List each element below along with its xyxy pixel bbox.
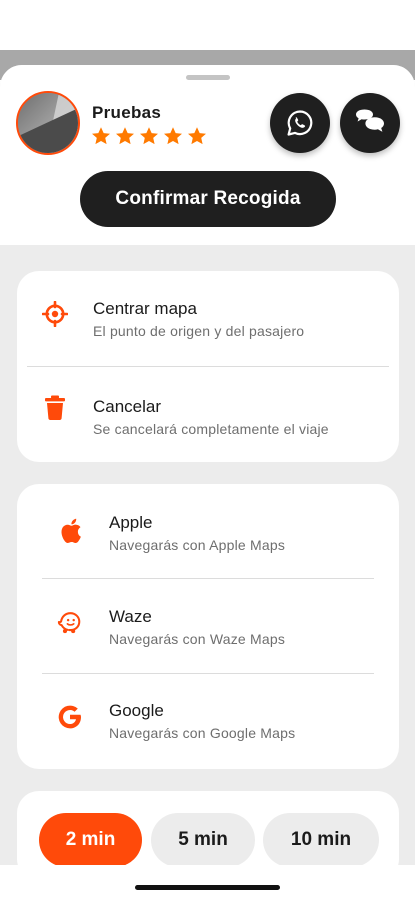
star-icon — [92, 127, 110, 145]
action-title: Centrar mapa — [93, 299, 197, 318]
avatar — [16, 91, 80, 155]
rating-stars — [90, 125, 210, 147]
nav-subtitle: Navegarás con Apple Maps — [109, 537, 286, 553]
whatsapp-icon — [287, 110, 313, 136]
wait-time-card: 2 min 5 min 10 min — [17, 791, 399, 865]
action-center-map[interactable]: Centrar mapa El punto de origen y del pa… — [17, 271, 399, 361]
action-cancel[interactable]: Cancelar Se cancelará completamente el v… — [17, 367, 399, 457]
navigation-card: Apple Navegarás con Apple Maps Waze Nave… — [17, 484, 399, 769]
sheet-grabber[interactable] — [186, 75, 230, 80]
action-subtitle: Se cancelará completamente el viaje — [93, 421, 329, 437]
star-icon — [164, 127, 182, 145]
star-icon — [116, 127, 134, 145]
driver-name: Pruebas — [92, 103, 162, 122]
confirm-pickup-button[interactable]: Confirmar Recogida — [80, 171, 336, 227]
screen: Pruebas Confirmar Recogida Centrar mapa … — [0, 0, 415, 900]
bottom-sheet: Pruebas Confirmar Recogida Centrar mapa … — [0, 65, 415, 865]
nav-title: Waze — [109, 607, 152, 626]
nav-google[interactable]: Google Navegarás con Google Maps — [17, 674, 399, 764]
nav-title: Apple — [109, 513, 153, 532]
whatsapp-button[interactable] — [270, 93, 330, 153]
trash-icon — [42, 395, 68, 421]
crosshair-icon — [42, 301, 68, 327]
home-indicator[interactable] — [135, 885, 280, 890]
nav-subtitle: Navegarás con Google Maps — [109, 725, 296, 741]
nav-apple[interactable]: Apple Navegarás con Apple Maps — [17, 484, 399, 574]
time-option-5min[interactable]: 5 min — [151, 813, 255, 865]
google-icon — [57, 704, 83, 730]
action-subtitle: El punto de origen y del pasajero — [93, 323, 305, 339]
apple-icon — [58, 518, 84, 544]
nav-waze[interactable]: Waze Navegarás con Waze Maps — [17, 579, 399, 669]
nav-subtitle: Navegarás con Waze Maps — [109, 631, 286, 647]
time-option-10min[interactable]: 10 min — [263, 813, 379, 865]
chat-button[interactable] — [340, 93, 400, 153]
actions-card: Centrar mapa El punto de origen y del pa… — [17, 271, 399, 462]
action-title: Cancelar — [93, 397, 162, 416]
chat-bubbles-icon — [356, 109, 384, 132]
waze-icon — [57, 609, 83, 635]
star-icon — [188, 127, 206, 145]
nav-title: Google — [109, 701, 164, 720]
home-bar — [0, 865, 415, 900]
time-option-2min[interactable]: 2 min — [39, 813, 142, 865]
star-icon — [140, 127, 158, 145]
sheet-header: Pruebas Confirmar Recogida — [0, 65, 415, 245]
